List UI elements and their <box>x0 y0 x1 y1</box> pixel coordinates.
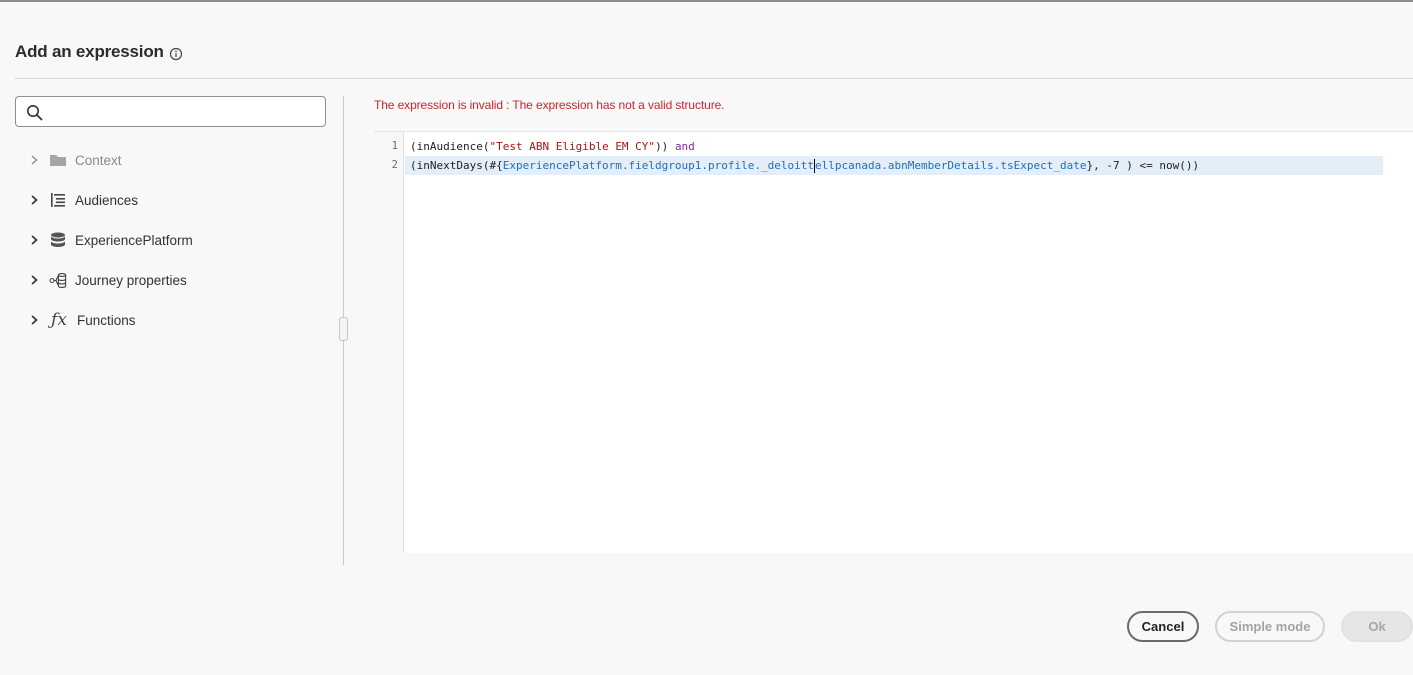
top-border <box>0 0 1413 2</box>
code-field-path: ellpcanada.abnMemberDetails.tsExpect_dat… <box>814 159 1087 172</box>
tree-item-label: ExperiencePlatform <box>75 232 193 248</box>
tree-item-context[interactable]: Context <box>25 140 325 180</box>
database-icon <box>49 231 67 249</box>
search-icon <box>26 104 43 121</box>
search-input[interactable] <box>52 101 324 124</box>
tree-item-label: Audiences <box>75 192 139 208</box>
chevron-right-icon[interactable] <box>28 194 40 206</box>
journey-properties-icon <box>49 271 67 289</box>
dialog-title: Add an expression <box>15 42 164 61</box>
code-field-path: ExperiencePlatform.fieldgroup1.profile._… <box>502 159 814 172</box>
line-number-gutter: 1 2 <box>374 132 404 553</box>
code-keyword: and <box>674 140 695 153</box>
code-line-2[interactable]: (inNextDays(#{ExperiencePlatform.fieldgr… <box>405 156 1383 175</box>
line-number: 2 <box>391 159 398 171</box>
tree-item-label: Journey properties <box>75 272 187 288</box>
tree-item-functions[interactable]: ƒx Functions <box>25 300 325 340</box>
ok-button[interactable]: Ok <box>1341 611 1413 642</box>
folder-icon <box>49 151 67 169</box>
error-message: The expression is invalid : The expressi… <box>374 98 725 112</box>
chevron-right-icon[interactable] <box>28 154 40 166</box>
splitter-drag-handle[interactable] <box>339 317 348 341</box>
chevron-right-icon[interactable] <box>28 274 40 286</box>
tree-item-experienceplatform[interactable]: ExperiencePlatform <box>25 220 325 260</box>
audience-list-icon <box>49 191 67 209</box>
tree-item-journey-properties[interactable]: Journey properties <box>25 260 325 300</box>
code-editor[interactable]: 1 2 (inAudience("Test ABN Eligible EM CY… <box>374 131 1413 553</box>
code-token: (inAudience( <box>410 140 490 153</box>
code-token: (inNextDays(#{ <box>410 159 503 172</box>
field-tree: Context Audiences ExperiencePlatform Jou… <box>25 140 325 340</box>
tree-item-label: Functions <box>77 312 136 328</box>
header-divider <box>15 78 1413 79</box>
simple-mode-button[interactable]: Simple mode <box>1215 611 1325 642</box>
code-token: )) <box>655 140 675 153</box>
cancel-button[interactable]: Cancel <box>1127 611 1199 642</box>
chevron-right-icon[interactable] <box>28 234 40 246</box>
dialog-header: Add an expression <box>15 42 183 62</box>
search-field[interactable] <box>15 96 326 127</box>
tree-item-label: Context <box>75 152 122 168</box>
chevron-right-icon[interactable] <box>28 314 40 326</box>
tree-item-audiences[interactable]: Audiences <box>25 180 325 220</box>
code-string: "Test ABN Eligible EM CY" <box>489 140 656 153</box>
code-token: }, -7 ) <= now()) <box>1086 159 1200 172</box>
line-number: 1 <box>391 140 398 152</box>
function-fx-icon: ƒx <box>51 310 67 330</box>
info-icon[interactable] <box>169 47 183 61</box>
code-line-1[interactable]: (inAudience("Test ABN Eligible EM CY")) … <box>405 137 1383 156</box>
